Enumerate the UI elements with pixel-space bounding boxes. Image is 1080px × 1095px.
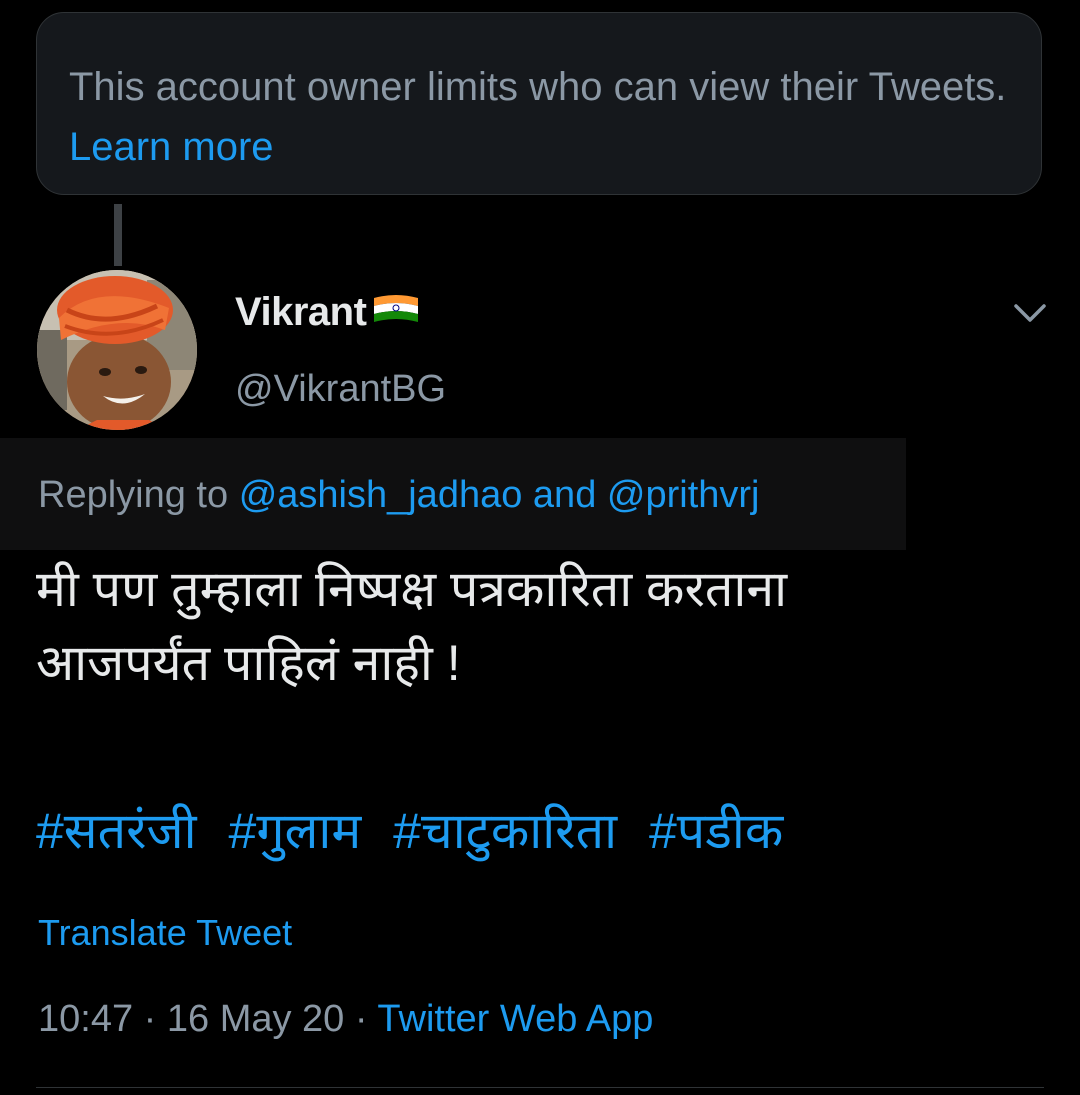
divider <box>36 1087 1044 1088</box>
hashtag-list: #सतरंजी #गुलाम #चाटुकारिता #पडीक <box>36 794 801 868</box>
hashtag-padik[interactable]: #पडीक <box>649 803 783 859</box>
notice-text: This account owner limits who can view t… <box>69 65 1007 109</box>
hashtag-satranji[interactable]: #सतरंजी <box>36 803 197 859</box>
hashtag-gulam[interactable]: #गुलाम <box>229 803 362 859</box>
display-name[interactable]: Vikrant <box>235 290 367 335</box>
avatar[interactable] <box>37 270 197 430</box>
protected-account-notice: This account owner limits who can view t… <box>36 12 1042 195</box>
mention-ashish-jadhao[interactable]: @ashish_jadhao <box>239 474 523 516</box>
replying-to: Replying to @ashish_jadhao and @prithvrj <box>38 474 759 517</box>
indian-flag-icon <box>370 292 422 333</box>
tweet-detail-page: This account owner limits who can view t… <box>0 0 1080 1095</box>
meta-separator: · <box>354 998 368 1040</box>
tweet-time[interactable]: 10:47 <box>38 998 133 1040</box>
meta-separator: · <box>143 998 157 1040</box>
tweet-source-link[interactable]: Twitter Web App <box>377 998 653 1040</box>
user-handle[interactable]: @VikrantBG <box>235 368 446 411</box>
translate-tweet-link[interactable]: Translate Tweet <box>38 912 292 954</box>
name-row[interactable]: Vikrant <box>235 290 422 335</box>
hashtag-chatukarita[interactable]: #चाटुकारिता <box>393 803 617 859</box>
mention-prithvrj[interactable]: @prithvrj <box>607 474 760 516</box>
tweet-metadata: 10:47 · 16 May 20 · Twitter Web App <box>38 998 653 1041</box>
chevron-down-icon[interactable] <box>1012 298 1048 328</box>
tweet-text-line-2: आजपर्यंत पाहिलं नाही ! <box>36 635 461 691</box>
learn-more-link[interactable]: Learn more <box>69 125 274 169</box>
mention-joiner[interactable]: and <box>533 474 596 516</box>
tweet-date[interactable]: 16 May 20 <box>167 998 344 1040</box>
replying-to-label: Replying to <box>38 474 229 516</box>
thread-connector-line <box>114 204 122 266</box>
tweet-text: मी पण तुम्हाला निष्पक्ष पत्रकारिता करतान… <box>36 552 1046 700</box>
tweet-text-line-1: मी पण तुम्हाला निष्पक्ष पत्रकारिता करतान… <box>36 561 788 617</box>
